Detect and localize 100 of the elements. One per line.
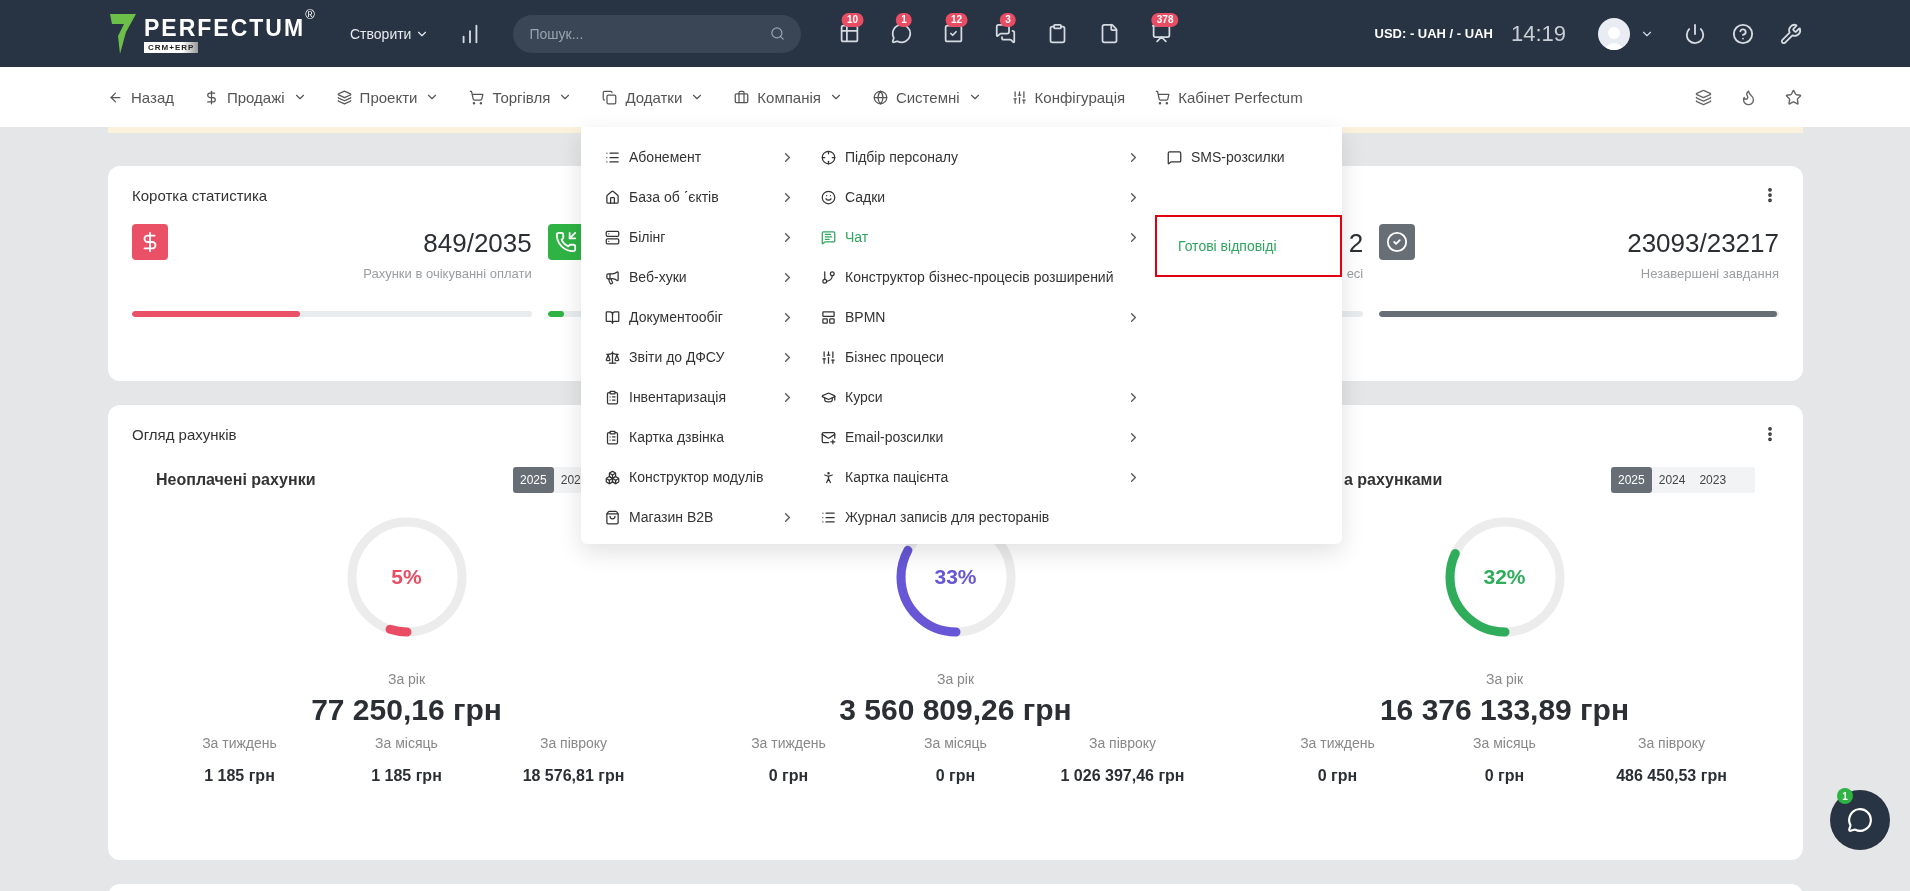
- nav-item[interactable]: Системні: [872, 88, 982, 106]
- menu-item[interactable]: Документообіг: [605, 297, 795, 337]
- branch-icon: [821, 269, 836, 285]
- cart-icon: [1155, 89, 1171, 105]
- menu-item[interactable]: Абонемент: [605, 137, 795, 177]
- scales-icon: [605, 349, 620, 365]
- count-badge: 10: [842, 12, 864, 27]
- stat-value: 2: [1348, 228, 1364, 259]
- search-icon: [770, 25, 786, 41]
- menu-item[interactable]: BPMN: [821, 297, 1141, 337]
- card-title: Огляд рахунків: [132, 425, 237, 443]
- year-tab[interactable]: 2025: [513, 467, 554, 493]
- wrench-icon[interactable]: [1780, 22, 1802, 45]
- copy-icon: [602, 89, 618, 105]
- menu-item[interactable]: Білінг: [605, 217, 795, 257]
- percent-value: 5%: [391, 565, 422, 589]
- menu-item[interactable]: Садки: [821, 177, 1141, 217]
- nav-item[interactable]: Кабінет Perfectum: [1155, 88, 1303, 106]
- amount-value: 0 грн: [1484, 767, 1525, 785]
- boxes-icon: [605, 469, 620, 485]
- menu-item[interactable]: Інвентаризація: [605, 377, 795, 417]
- total-amount: 3 560 809,26 грн: [839, 693, 1072, 727]
- period-label: За тиждень: [1300, 735, 1375, 751]
- clock-time: 14:19: [1510, 20, 1566, 47]
- menu-item[interactable]: Email-розсилки: [821, 417, 1141, 457]
- help-icon[interactable]: [1732, 22, 1754, 45]
- year-tab[interactable]: 2024: [1651, 467, 1693, 493]
- layers-icon[interactable]: [1695, 88, 1712, 106]
- list-icon: [821, 509, 836, 525]
- count-badge: 1: [896, 12, 912, 27]
- nav-item[interactable]: Торгівля: [469, 88, 573, 106]
- count-badge: 3: [1000, 12, 1016, 27]
- period-label: За місяць: [924, 735, 987, 751]
- sliders-icon: [1011, 89, 1027, 105]
- period-label: За тиждень: [751, 735, 826, 751]
- avatar[interactable]: [1598, 17, 1630, 50]
- menu-item[interactable]: Конструктор бізнес-процесів розширений: [821, 257, 1141, 297]
- nav-item[interactable]: Компанія: [734, 88, 843, 106]
- flame-icon[interactable]: [1740, 88, 1757, 106]
- menu-item[interactable]: SMS-розсилки: [1167, 137, 1342, 177]
- briefcase-icon: [734, 89, 750, 105]
- house-icon: [605, 189, 620, 205]
- menu-item[interactable]: Конструктор модулів: [605, 457, 795, 497]
- chat-button[interactable]: [1830, 790, 1890, 850]
- star-icon[interactable]: [1785, 88, 1802, 106]
- menu-item[interactable]: Картка дзвінка: [605, 417, 795, 457]
- globe-icon: [872, 89, 888, 105]
- count-badge: 1: [1837, 788, 1853, 804]
- amount-value: 1 026 397,46 грн: [1060, 767, 1185, 785]
- menu-item[interactable]: Журнал записів для ресторанів: [821, 497, 1141, 537]
- total-amount: 16 376 133,89 грн: [1379, 693, 1630, 727]
- messages-icon[interactable]: [995, 22, 1018, 45]
- total-amount: 77 250,16 грн: [311, 693, 502, 727]
- layers-icon: [336, 89, 352, 105]
- chat-icon: [821, 229, 836, 245]
- menu-item[interactable]: Магазин B2B: [605, 497, 795, 537]
- search-field[interactable]: Пошук...: [513, 14, 802, 53]
- chat-bubble-icon[interactable]: [891, 22, 914, 45]
- amount-value: 1 185 грн: [371, 767, 442, 785]
- nav-item[interactable]: Продажі: [204, 88, 307, 106]
- clipboard-list-icon: [605, 429, 620, 445]
- server-icon: [605, 229, 620, 245]
- create-button[interactable]: Створити: [350, 25, 430, 42]
- shopping-bag-icon: [605, 509, 620, 525]
- nav-item[interactable]: Назад: [108, 88, 174, 106]
- nav-item[interactable]: Конфігурація: [1011, 88, 1126, 106]
- menu-item[interactable]: Підбір персоналу: [821, 137, 1141, 177]
- card-title: Коротка статистика: [132, 186, 268, 204]
- menu-item[interactable]: Звіти до ДФСУ: [605, 337, 795, 377]
- menu-item[interactable]: База об ˊєктів: [605, 177, 795, 217]
- stat-label: есі: [1346, 266, 1364, 283]
- dollar-icon: [204, 89, 219, 105]
- period-label: За півроку: [1088, 735, 1157, 751]
- nav-item[interactable]: Додатки: [602, 88, 705, 106]
- year-tab[interactable]: 2023: [1692, 467, 1734, 493]
- count-badge: 378: [1151, 12, 1179, 27]
- chat-bubble-icon: [1167, 149, 1182, 165]
- period-label: За тиждень: [202, 735, 277, 751]
- year-tab[interactable]: 202: [553, 467, 588, 493]
- section-title: а рахунками: [1344, 471, 1443, 489]
- year-tab[interactable]: 2025: [1611, 467, 1652, 493]
- logo-wordmark: PERFECTUM: [144, 14, 306, 42]
- registered-mark: ®: [305, 6, 315, 22]
- mail-plus-icon: [821, 429, 836, 445]
- person-icon: [821, 469, 836, 485]
- period-label: За рік: [936, 671, 975, 687]
- menu-item[interactable]: Веб-хуки: [605, 257, 795, 297]
- amount-value: 0 грн: [935, 767, 976, 785]
- power-icon[interactable]: [1684, 22, 1706, 45]
- menu-item[interactable]: Бізнес процеси: [821, 337, 1141, 377]
- cart-icon: [469, 89, 485, 105]
- nav-item[interactable]: Проекти: [336, 88, 440, 106]
- list-icon: [605, 149, 620, 165]
- period-label: За рік: [1485, 671, 1524, 687]
- count-badge: 12: [946, 12, 968, 27]
- period-label: За рік: [387, 671, 426, 687]
- percent-value: 32%: [1483, 565, 1526, 589]
- menu-item[interactable]: Картка пацієнта: [821, 457, 1141, 497]
- clipboard-list-icon: [605, 389, 620, 405]
- menu-item[interactable]: Курси: [821, 377, 1141, 417]
